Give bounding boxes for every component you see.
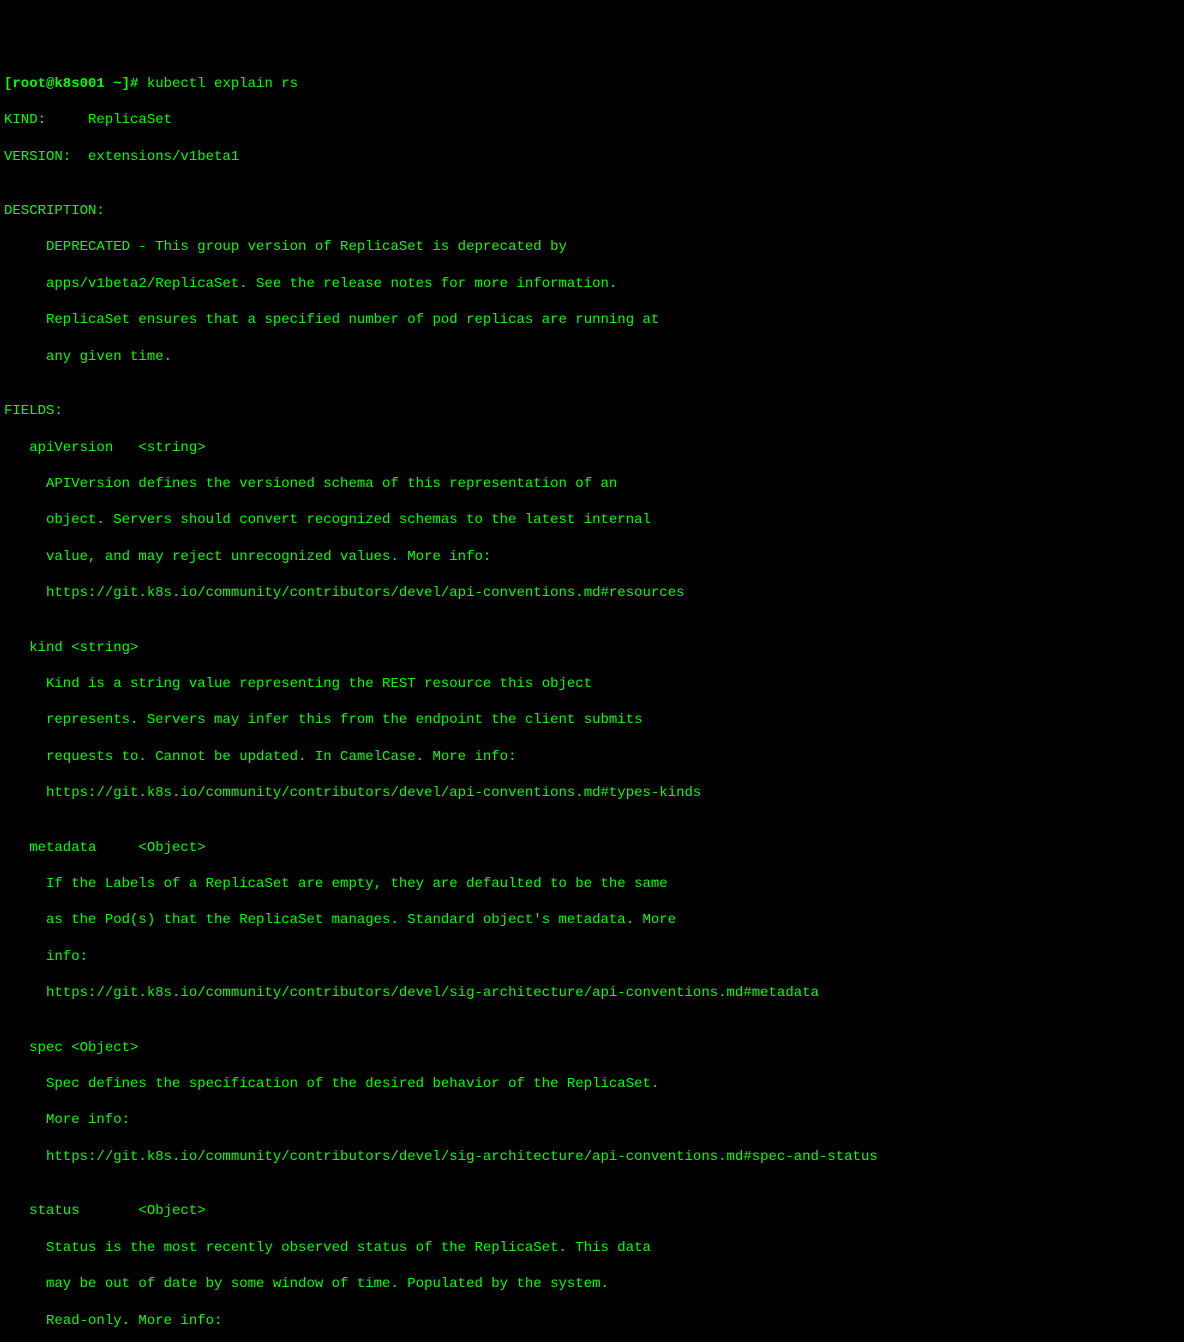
out-description-1: DEPRECATED - This group version of Repli… [4,238,1180,256]
out-metadata-3: info: [4,948,1180,966]
out-description-header: DESCRIPTION: [4,202,1180,220]
out-apiversion-2: object. Servers should convert recognize… [4,511,1180,529]
out-status-head: status <Object> [4,1202,1180,1220]
shell-prompt: [root@k8s001 ~]# [4,76,147,92]
out-description-3: ReplicaSet ensures that a specified numb… [4,311,1180,329]
out-kind-3: requests to. Cannot be updated. In Camel… [4,748,1180,766]
out-fields-header: FIELDS: [4,402,1180,420]
out-status-2: may be out of date by some window of tim… [4,1275,1180,1293]
out-apiversion-4: https://git.k8s.io/community/contributor… [4,584,1180,602]
out-apiversion-head: apiVersion <string> [4,439,1180,457]
out-description-2: apps/v1beta2/ReplicaSet. See the release… [4,275,1180,293]
out-status-1: Status is the most recently observed sta… [4,1239,1180,1257]
out-spec-1: Spec defines the specification of the de… [4,1075,1180,1093]
out-kind-1: Kind is a string value representing the … [4,675,1180,693]
command-line[interactable]: [root@k8s001 ~]# kubectl explain rs [4,75,1180,93]
out-kind-4: https://git.k8s.io/community/contributor… [4,784,1180,802]
out-metadata-4: https://git.k8s.io/community/contributor… [4,984,1180,1002]
out-description-4: any given time. [4,348,1180,366]
out-apiversion-3: value, and may reject unrecognized value… [4,548,1180,566]
out-spec-head: spec <Object> [4,1039,1180,1057]
out-version: VERSION: extensions/v1beta1 [4,148,1180,166]
out-spec-2: More info: [4,1111,1180,1129]
out-status-3: Read-only. More info: [4,1312,1180,1330]
out-apiversion-1: APIVersion defines the versioned schema … [4,475,1180,493]
out-spec-3: https://git.k8s.io/community/contributor… [4,1148,1180,1166]
command-text: kubectl explain rs [147,76,298,92]
out-metadata-1: If the Labels of a ReplicaSet are empty,… [4,875,1180,893]
out-kind: KIND: ReplicaSet [4,111,1180,129]
out-metadata-head: metadata <Object> [4,839,1180,857]
out-kind-head: kind <string> [4,639,1180,657]
out-kind-2: represents. Servers may infer this from … [4,711,1180,729]
out-metadata-2: as the Pod(s) that the ReplicaSet manage… [4,911,1180,929]
